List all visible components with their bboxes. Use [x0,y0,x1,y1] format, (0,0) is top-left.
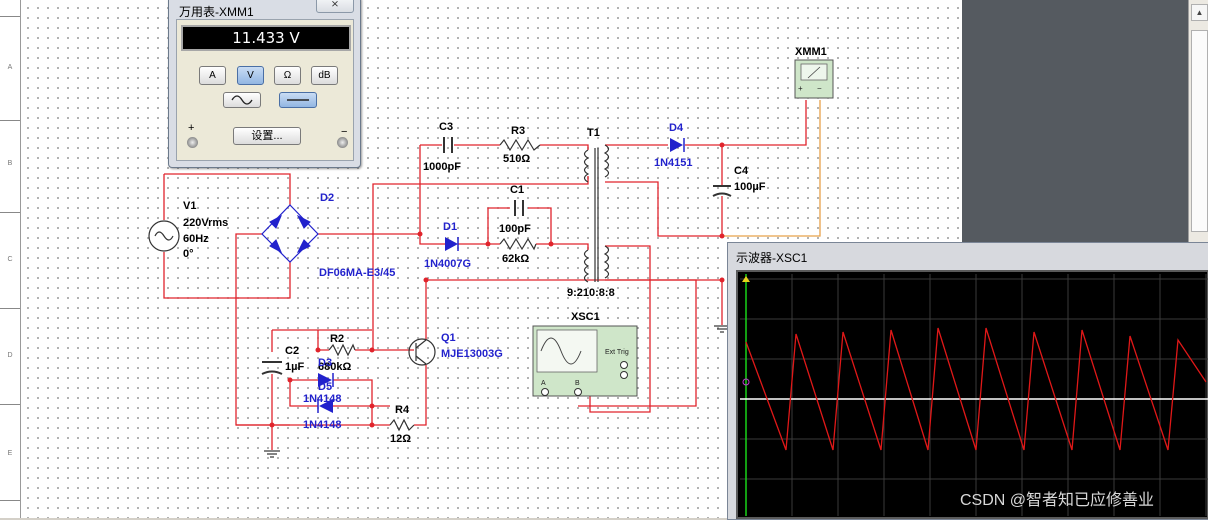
v1-ref: V1 [183,200,196,212]
mode-ohmmeter-button[interactable]: Ω [274,66,301,85]
d4-ref: D4 [669,122,684,134]
svg-text:−: − [817,84,822,93]
oscilloscope-window-title: 示波器-XSC1 [736,251,808,265]
c1-value: 100pF [499,223,531,235]
sine-wave-icon [231,95,253,105]
xsc1-ref: XSC1 [571,311,600,323]
xsc1-ext-trig: Ext Trig [605,349,629,356]
c1-ref: C1 [510,184,524,196]
v1-value: 220Vrms [183,217,228,229]
r1-value: 62kΩ [502,253,529,265]
xsc1-channel-a: A [541,380,546,387]
oscilloscope-screen[interactable] [736,270,1208,519]
watermark: CSDN @智者知已应修善业 [960,492,1155,509]
ac-mode-button[interactable] [223,92,261,108]
positive-terminal[interactable] [187,137,198,148]
xsc1-channel-b: B [575,380,580,387]
d5-ref: D5 [318,381,332,393]
transistor-symbol [408,338,436,366]
multimeter-reading: 11.433 V [181,25,351,51]
positive-terminal-label: + [188,122,195,134]
v1-phase: 0° [183,248,194,260]
vertical-scrollbar[interactable]: ▲ [1188,0,1208,250]
settings-button[interactable]: 设置... [233,127,301,145]
multimeter-window-title: 万用表-XMM1 [179,5,254,19]
c2-value: 1µF [285,361,304,373]
c3-ref: C3 [439,121,453,133]
oscilloscope-trace [740,274,1208,516]
mode-decibel-button[interactable]: dB [311,66,338,85]
d1-part: 1N4007G [424,258,471,270]
d3-ref: D3 [318,357,332,369]
r4-value: 12Ω [390,433,411,445]
q1-part: MJE13003G [441,348,503,360]
dc-mode-button[interactable] [279,92,317,108]
svg-text:+: + [798,84,803,93]
t1-ref: T1 [587,127,600,139]
d5-part: 1N4148 [303,419,342,431]
r3-value: 510Ω [503,153,530,165]
d2-ref: D2 [320,192,334,204]
c2-ref: C2 [285,345,299,357]
r2-ref: R2 [330,333,344,345]
mode-voltmeter-button[interactable]: V [237,66,264,85]
bridge-rectifier-symbol [261,204,319,263]
r4-ref: R4 [395,404,410,416]
t1-ratio: 9:210:8:8 [567,287,615,299]
c3-value: 1000pF [423,161,461,173]
r3-ref: R3 [511,125,525,137]
transformer-symbol [583,144,610,283]
q1-ref: Q1 [441,332,456,344]
multimeter-window[interactable]: 万用表-XMM1 ⨯ 11.433 V A V Ω dB + 设置... − [168,0,361,168]
xmm1-ref: XMM1 [795,46,827,58]
mode-ammeter-button[interactable]: A [199,66,226,85]
negative-terminal[interactable] [337,137,348,148]
d3-part: 1N4148 [303,393,342,405]
c4-ref: C4 [734,165,749,177]
multimeter-panel: 11.433 V A V Ω dB + 设置... − [176,19,354,161]
c4-value: 100µF [734,181,766,193]
scroll-up-icon[interactable]: ▲ [1191,4,1208,21]
v1-freq: 60Hz [183,233,209,245]
scroll-thumb[interactable] [1191,30,1208,232]
d1-ref: D1 [443,221,457,233]
d4-part: 1N4151 [654,157,693,169]
close-icon[interactable]: ⨯ [316,0,354,13]
oscilloscope-window[interactable]: 示波器-XSC1 [727,242,1208,520]
d2-part: DF06MA-E3/45 [319,267,395,279]
